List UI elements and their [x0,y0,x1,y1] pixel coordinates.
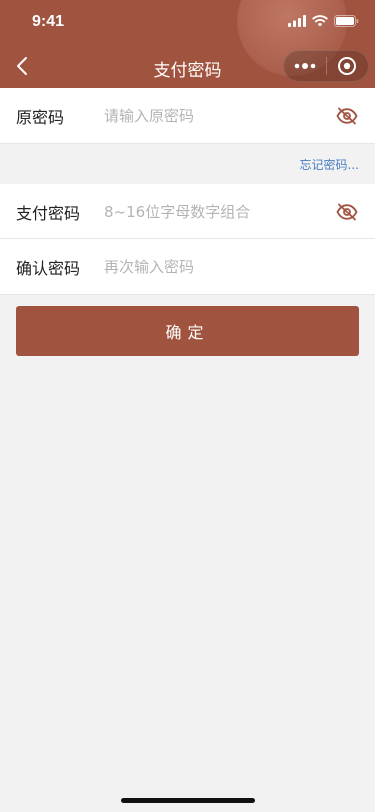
pay-password-input[interactable] [104,202,324,221]
divider [0,143,375,144]
confirm-password-label: 确认密码 [16,258,81,278]
wifi-icon [312,15,328,27]
battery-icon [334,15,359,27]
pay-password-row: 支付密码 [0,184,375,239]
signal-icon [288,15,306,27]
toggle-visibility-button[interactable] [335,200,359,224]
forgot-password-link[interactable]: 忘记密码... [300,156,359,173]
eye-off-icon [336,107,358,125]
mini-program-capsule [283,50,369,82]
home-indicator [121,798,255,803]
confirm-button[interactable]: 确定 [16,306,359,356]
original-password-label: 原密码 [16,108,65,127]
navigation-header: 9:41 支付密码 [0,0,375,88]
confirm-password-input[interactable] [104,257,324,276]
pay-password-label: 支付密码 [16,203,81,223]
original-password-input[interactable] [104,107,324,125]
toggle-visibility-button[interactable] [335,104,359,128]
more-dots-icon [294,63,316,69]
status-icons [288,14,359,28]
eye-off-icon [336,203,358,220]
more-button[interactable] [284,51,326,81]
original-password-row: 原密码 [0,88,375,144]
confirm-password-row: 确认密码 [0,239,375,294]
close-button[interactable] [327,51,369,81]
divider [0,294,375,295]
target-circle-icon [338,57,357,75]
status-time: 9:41 [32,13,65,30]
